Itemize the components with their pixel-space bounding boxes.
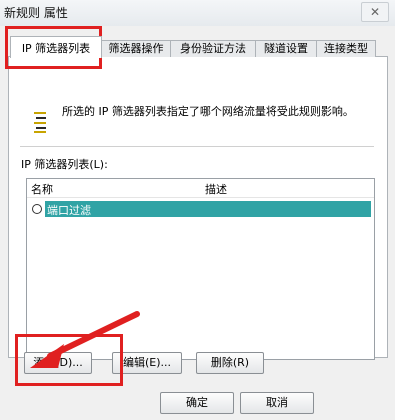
column-header-description[interactable]: 描述 [205,181,227,197]
tab-filter-action[interactable]: 筛选器操作 [101,40,171,57]
radio-button[interactable] [32,204,42,214]
header-separator [27,197,374,198]
pointer-arrow-icon [30,311,140,368]
divider [20,146,374,147]
list-item[interactable]: 端口过滤 [31,201,371,217]
tab-connection-type[interactable]: 连接类型 [316,40,376,57]
selection-highlight [45,201,371,217]
tab-auth-method[interactable]: 身份验证方法 [170,40,256,57]
title-bar: 新规则 属性 ✕ [0,0,395,27]
filter-icon [34,112,46,133]
column-header-name[interactable]: 名称 [31,181,53,197]
ok-button[interactable]: 确定 [160,392,234,414]
properties-dialog: 新规则 属性 ✕ IP 筛选器列表 筛选器操作 身份验证方法 隧道设置 连接类型… [0,0,395,420]
window-title: 新规则 属性 [4,6,68,20]
tab-tunnel-settings[interactable]: 隧道设置 [255,40,317,57]
filter-list-label: IP 筛选器列表(L): [21,158,108,171]
rule-description: 所选的 IP 筛选器列表指定了哪个网络流量将受此规则影响。 [62,105,354,118]
tab-ip-filter-list[interactable]: IP 筛选器列表 [10,36,102,58]
close-button[interactable]: ✕ [361,2,389,22]
delete-button[interactable]: 删除(R) [196,352,264,374]
cancel-button[interactable]: 取消 [240,392,314,414]
list-item-name: 端口过滤 [47,204,91,217]
